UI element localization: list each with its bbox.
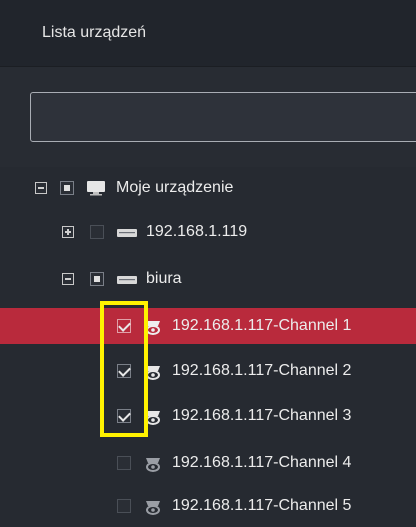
tree-node-label: 192.168.1.117-Channel 4 [172,454,352,471]
tree-checkbox-device[interactable] [90,225,104,239]
tree-node-label: 192.168.1.117-Channel 2 [172,362,352,379]
panel-header: Lista urządzeń [0,0,416,67]
camera-icon [146,321,160,335]
nvr-icon [117,229,137,237]
tree-node-label: biura [146,270,182,287]
camera-icon [146,458,160,472]
tree-checkbox-channel[interactable] [117,319,131,333]
tree-checkbox-channel[interactable] [117,456,131,470]
tree-node-label: 192.168.1.117-Channel 3 [172,407,352,424]
tree-node-label: Moje urządzenie [116,179,234,196]
camera-icon [146,411,160,425]
camera-icon [146,501,160,515]
tree-node-channel[interactable]: 192.168.1.117-Channel 5 [0,488,416,524]
tree-node-channel[interactable]: 192.168.1.117-Channel 4 [0,445,416,481]
tree-node-label: 192.168.1.119 [146,223,248,240]
monitor-icon [87,181,105,196]
camera-icon [146,366,160,380]
search-area [0,67,416,167]
nvr-icon [117,276,137,284]
tree-node-root[interactable]: Moje urządzenie [0,170,416,206]
tree-node-channel[interactable]: 192.168.1.117-Channel 1 [0,308,416,344]
tree-checkbox-channel[interactable] [117,499,131,513]
collapse-icon[interactable] [35,182,47,194]
tree-node-device[interactable]: biura [0,261,416,297]
tree-checkbox-channel[interactable] [117,364,131,378]
tree-node-channel[interactable]: 192.168.1.117-Channel 2 [0,353,416,389]
tree-checkbox-root[interactable] [60,181,74,195]
search-input[interactable] [30,92,416,142]
tree-checkbox-channel[interactable] [117,409,131,423]
collapse-icon[interactable] [62,273,74,285]
expand-icon[interactable] [62,226,74,238]
panel-title: Lista urządzeń [42,24,147,41]
tree-node-label: 192.168.1.117-Channel 1 [172,317,352,334]
tree-node-channel[interactable]: 192.168.1.117-Channel 3 [0,398,416,434]
tree-checkbox-device[interactable] [90,272,104,286]
tree-node-device[interactable]: 192.168.1.119 [0,214,416,250]
tree-node-label: 192.168.1.117-Channel 5 [172,497,352,514]
